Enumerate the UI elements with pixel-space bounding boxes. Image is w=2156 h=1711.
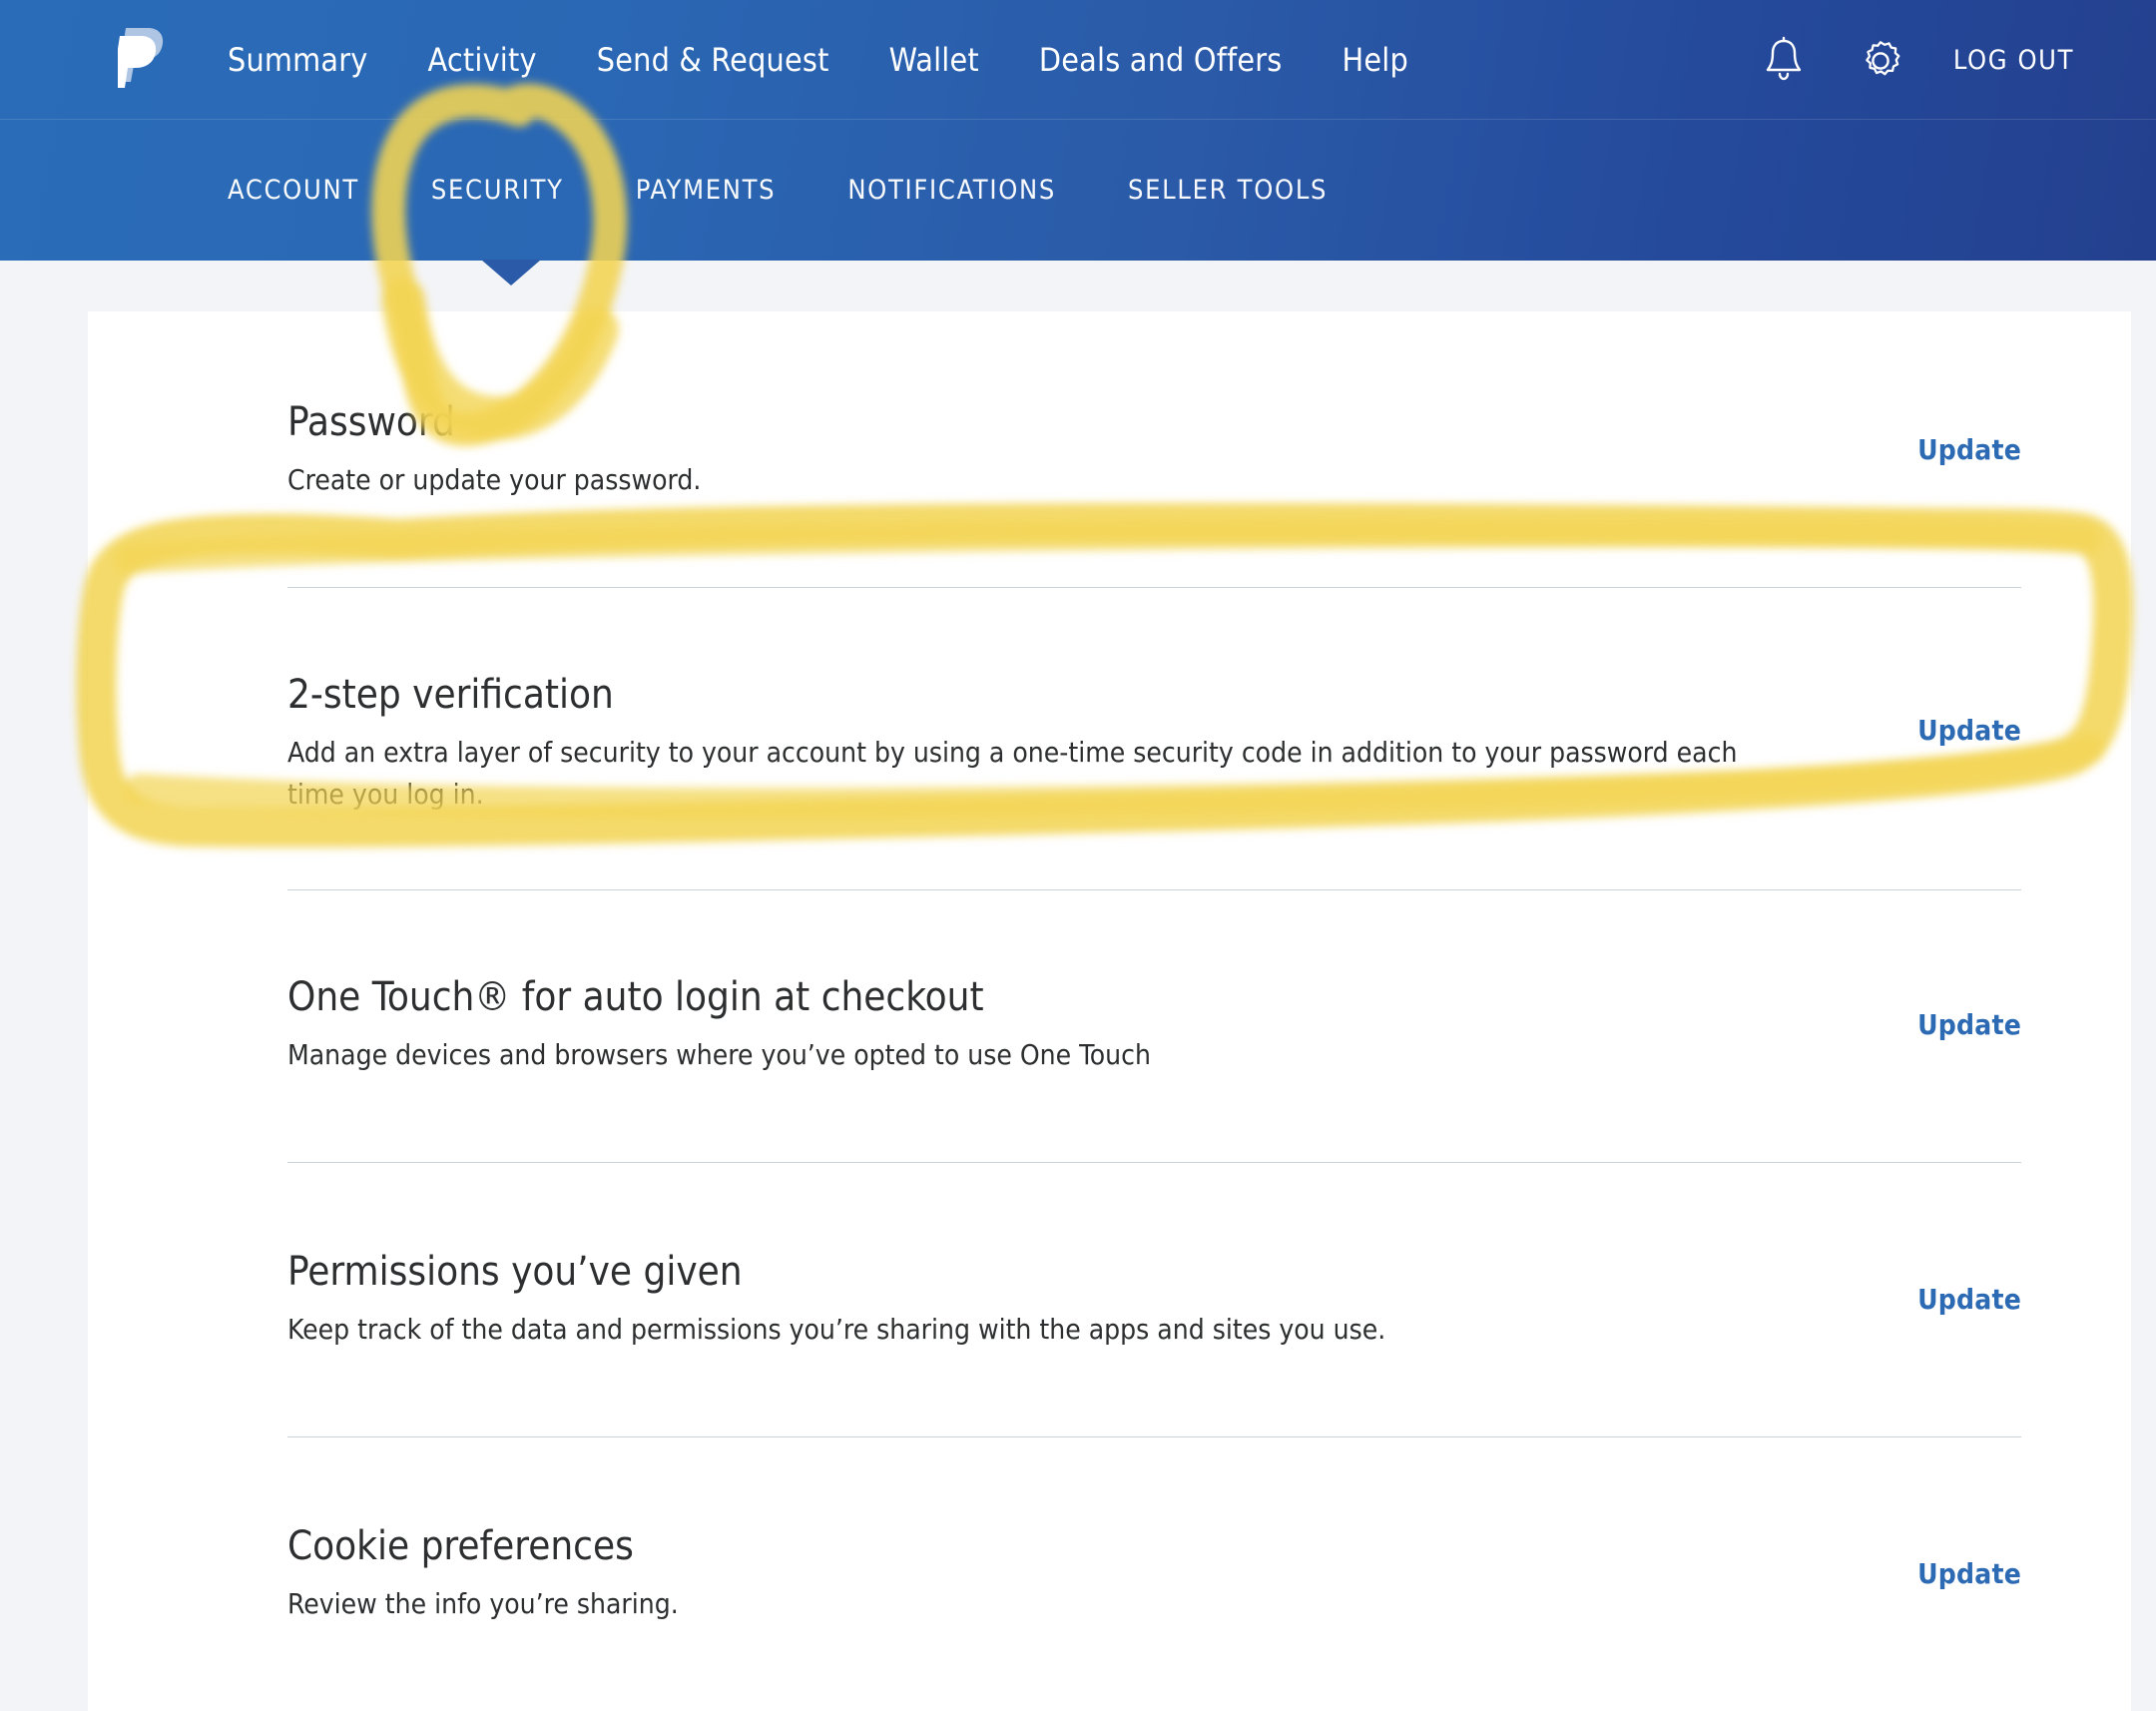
- nav-link-activity[interactable]: Activity: [428, 41, 537, 79]
- primary-navigation: Summary Activity Send & Request Wallet D…: [0, 0, 2156, 120]
- nav-link-wallet[interactable]: Wallet: [889, 41, 979, 79]
- subnav-tab-payments[interactable]: PAYMENTS: [636, 175, 777, 206]
- bell-icon: [1766, 36, 1802, 81]
- nav-link-summary[interactable]: Summary: [228, 41, 368, 79]
- active-tab-caret: [481, 260, 541, 285]
- settings-row-password: Password Create or update your password.…: [88, 311, 2131, 587]
- secondary-navigation: ACCOUNT SECURITY PAYMENTS NOTIFICATIONS …: [228, 120, 1399, 261]
- cookie-preferences-update-link[interactable]: Update: [1917, 1557, 2021, 1590]
- site-header: Summary Activity Send & Request Wallet D…: [0, 0, 2156, 261]
- nav-link-help[interactable]: Help: [1343, 41, 1408, 79]
- security-settings-card: Password Create or update your password.…: [88, 311, 2131, 1711]
- gear-icon: [1866, 41, 1900, 76]
- subnav-tab-security[interactable]: SECURITY: [431, 175, 564, 206]
- header-right-actions: LOG OUT: [1758, 0, 2156, 120]
- subnav-tab-seller-tools[interactable]: SELLER TOOLS: [1128, 175, 1328, 206]
- settings-button[interactable]: [1856, 34, 1907, 86]
- notifications-button[interactable]: [1758, 34, 1810, 86]
- one-touch-title: One Touch® for auto login at checkout: [287, 974, 984, 1020]
- permissions-description: Keep track of the data and permissions y…: [287, 1313, 1386, 1346]
- one-touch-update-link[interactable]: Update: [1917, 1008, 2021, 1041]
- cookie-preferences-description: Review the info you’re sharing.: [287, 1587, 679, 1620]
- password-update-link[interactable]: Update: [1917, 433, 2021, 466]
- permissions-title: Permissions you’ve given: [287, 1249, 743, 1295]
- password-description: Create or update your password.: [287, 463, 702, 496]
- settings-row-2-step-verification: 2-step verification Add an extra layer o…: [88, 588, 2131, 889]
- paypal-logo[interactable]: [118, 22, 172, 88]
- primary-nav-links: Summary Activity Send & Request Wallet D…: [228, 0, 1468, 120]
- settings-row-one-touch: One Touch® for auto login at checkout Ma…: [88, 890, 2131, 1162]
- settings-row-permissions: Permissions you’ve given Keep track of t…: [88, 1163, 2131, 1436]
- nav-link-deals-and-offers[interactable]: Deals and Offers: [1039, 41, 1283, 79]
- permissions-update-link[interactable]: Update: [1917, 1283, 2021, 1316]
- cookie-preferences-title: Cookie preferences: [287, 1523, 634, 1569]
- two-step-verification-description: Add an extra layer of security to your a…: [287, 736, 1738, 811]
- two-step-verification-update-link[interactable]: Update: [1917, 714, 2021, 747]
- password-title: Password: [287, 399, 455, 445]
- two-step-verification-title: 2-step verification: [287, 672, 614, 718]
- subnav-tab-account[interactable]: ACCOUNT: [228, 175, 359, 206]
- settings-row-cookie-preferences: Cookie preferences Review the info you’r…: [88, 1437, 2131, 1711]
- nav-link-send-and-request[interactable]: Send & Request: [597, 41, 829, 79]
- paypal-logo-icon: [118, 28, 164, 88]
- one-touch-description: Manage devices and browsers where you’ve…: [287, 1038, 1151, 1071]
- paypal-security-settings-page: Summary Activity Send & Request Wallet D…: [0, 0, 2156, 1711]
- logout-link[interactable]: LOG OUT: [1953, 45, 2074, 76]
- subnav-tab-notifications[interactable]: NOTIFICATIONS: [847, 175, 1056, 206]
